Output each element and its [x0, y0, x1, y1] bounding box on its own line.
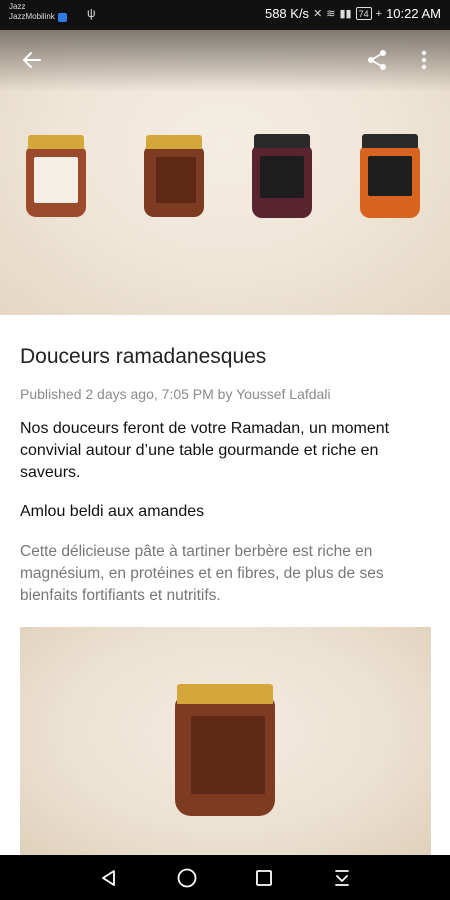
hero-image	[0, 30, 450, 315]
silent-icon: ✕	[313, 8, 323, 20]
status-bar: Jazz JazzMobilink ψ 588 K/s ✕ ≋ ▮▮ 74 + …	[0, 0, 450, 30]
charging-icon: +	[375, 7, 383, 20]
nav-home-icon	[177, 868, 197, 888]
carrier-network: JazzMobilink	[9, 12, 55, 21]
share-icon	[368, 50, 386, 70]
carrier-name: Jazz	[9, 2, 26, 11]
navigation-bar	[0, 855, 450, 900]
amlou-amandes-jar	[26, 135, 86, 217]
nav-recents-icon	[256, 870, 272, 886]
usb-icon: ψ	[87, 6, 96, 20]
nav-recents-button[interactable]	[244, 863, 284, 893]
signal-icon: ▮▮	[339, 8, 352, 20]
article-title: Douceurs ramadanesques	[20, 345, 267, 368]
net-speed: 588 K/s	[264, 6, 310, 21]
back-button[interactable]	[14, 46, 50, 74]
article-intro: Nos douceurs feront de votre Ramadan, un…	[20, 420, 390, 481]
amlou-chocolat-jar-large	[175, 684, 275, 816]
nav-back-icon	[102, 870, 115, 886]
nav-home-button[interactable]	[167, 863, 207, 893]
carrier-info: Jazz JazzMobilink	[9, 2, 67, 22]
product-image	[20, 627, 431, 857]
more-vert-icon	[421, 50, 427, 70]
nav-notification-icon	[335, 870, 349, 886]
battery-icon: 74	[355, 7, 372, 20]
jam-orange-jar	[360, 134, 420, 218]
clock: 10:22 AM	[386, 6, 441, 21]
wifi-icon: ≋	[326, 8, 336, 20]
app-notification-icon	[57, 12, 67, 22]
nav-back-button[interactable]	[89, 863, 129, 893]
article-subheading: Amlou beldi aux amandes	[20, 503, 205, 520]
article-description: Cette délicieuse pâte à tartiner berbère…	[20, 543, 384, 604]
toolbar	[0, 30, 450, 92]
more-options-button[interactable]	[412, 46, 436, 74]
jam-fig-jar	[252, 134, 312, 218]
nav-notification-button[interactable]	[322, 863, 362, 893]
share-button[interactable]	[362, 46, 392, 74]
arrow-left-icon	[23, 52, 41, 68]
amlou-chocolat-jar	[144, 135, 204, 217]
article-meta: Published 2 days ago, 7:05 PM by Youssef…	[20, 386, 331, 402]
